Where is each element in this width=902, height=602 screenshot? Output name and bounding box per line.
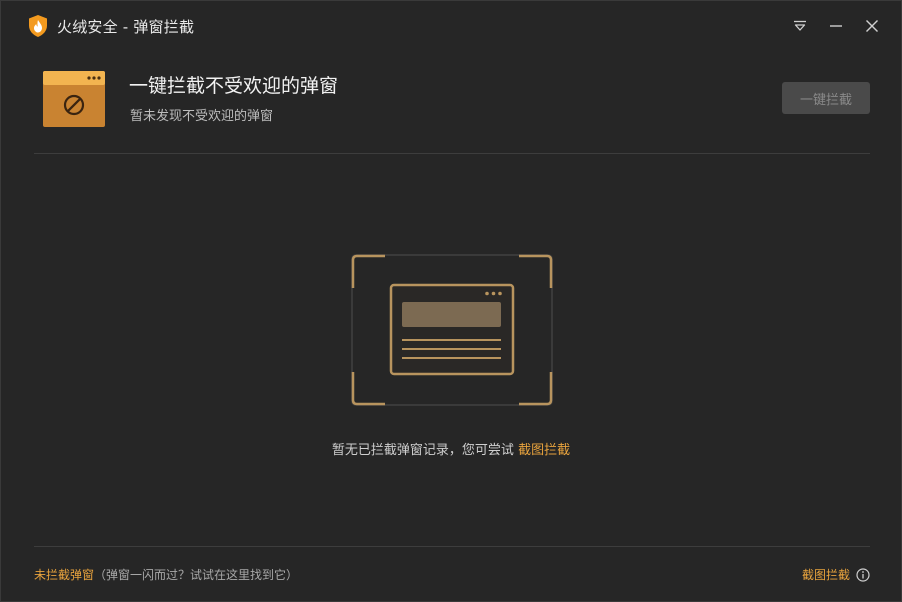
empty-state-message: 暂无已拦截弹窗记录，您可尝试 截图拦截 — [1, 439, 901, 458]
footer-hint: （弹窗一闪而过？试试在这里找到它） — [94, 568, 299, 582]
header-subtitle: 暂未发现不受欢迎的弹窗 — [130, 109, 274, 124]
menu-button[interactable] — [787, 13, 813, 39]
close-button[interactable] — [859, 13, 885, 39]
close-icon — [866, 20, 878, 32]
app-window: 火绒安全 - 弹窗拦截 一键拦截不受欢迎的弹窗 暂未发现不受欢迎的弹窗 一键拦截… — [0, 0, 902, 602]
unblocked-popups-link[interactable]: 未拦截弹窗 — [34, 568, 94, 582]
huorong-shield-flame-icon — [29, 15, 47, 37]
minimize-button[interactable] — [823, 13, 849, 39]
menu-dropdown-icon — [794, 20, 806, 31]
footer-left: 未拦截弹窗（弹窗一闪而过？试试在这里找到它） — [34, 566, 298, 583]
footer-divider — [34, 546, 870, 547]
header-title: 一键拦截不受欢迎的弹窗 — [129, 75, 339, 97]
one-click-block-button[interactable]: 一键拦截 — [782, 82, 870, 114]
window-title: 火绒安全 - 弹窗拦截 — [57, 18, 195, 36]
blocked-window-icon — [43, 71, 105, 127]
header-divider — [34, 153, 870, 154]
footer-screenshot-block-link[interactable]: 截图拦截 — [802, 566, 850, 583]
title-bar[interactable]: 火绒安全 - 弹窗拦截 — [1, 1, 901, 51]
screenshot-block-link[interactable]: 截图拦截 — [518, 443, 570, 458]
empty-popup-illustration — [351, 254, 553, 406]
minimize-icon — [830, 25, 842, 27]
info-icon[interactable] — [856, 567, 870, 582]
footer-right: 截图拦截 — [802, 566, 870, 583]
empty-state-text: 暂无已拦截弹窗记录，您可尝试 — [331, 443, 514, 458]
